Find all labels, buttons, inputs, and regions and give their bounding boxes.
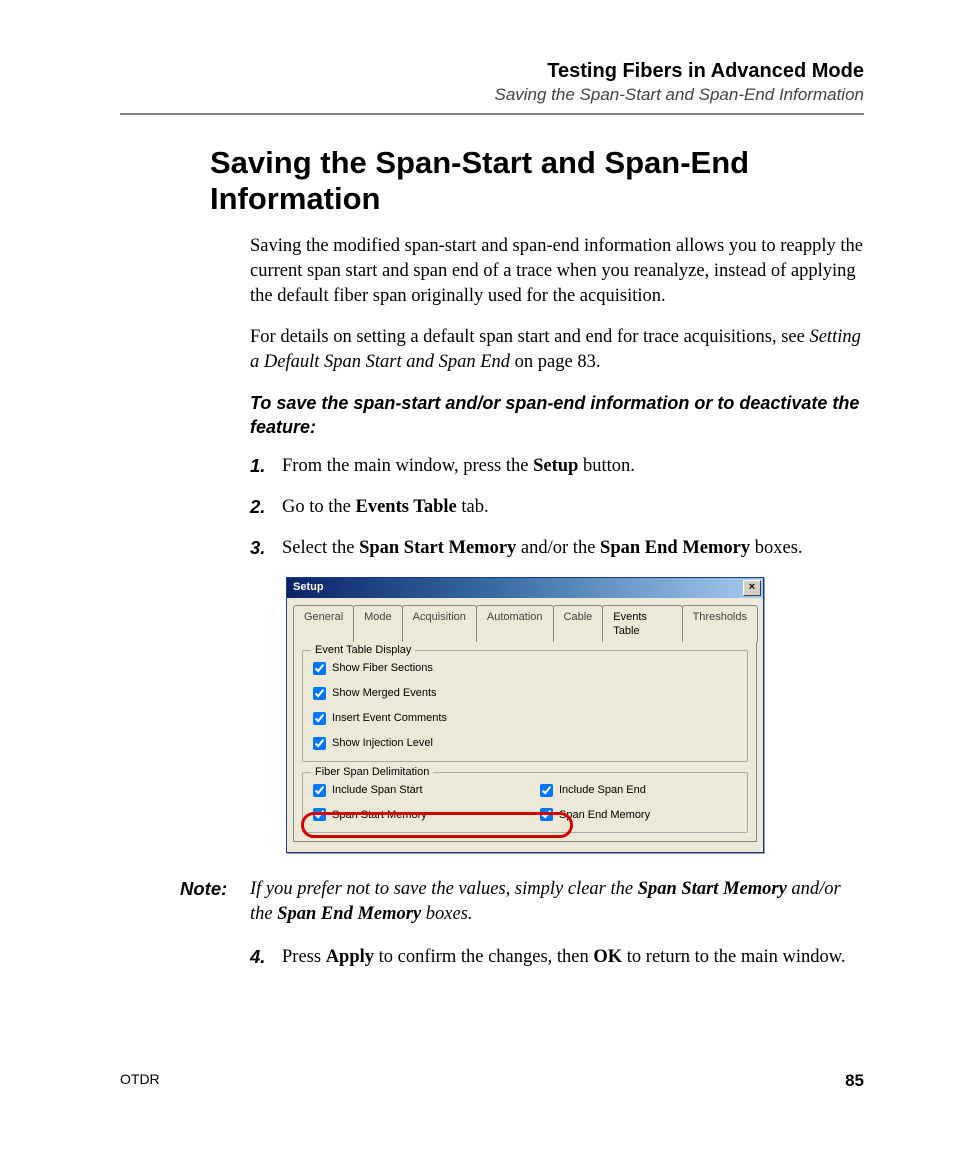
footer-product: OTDR	[120, 1071, 160, 1091]
checkbox-include-span-end[interactable]: Include Span End	[540, 783, 737, 798]
step-2: 2. Go to the Events Table tab.	[250, 495, 864, 520]
step-text: Go to the Events Table tab.	[282, 495, 864, 520]
checkbox-show-fiber-sections[interactable]: Show Fiber Sections	[313, 661, 737, 676]
step-number: 4.	[250, 945, 282, 970]
close-icon[interactable]: ×	[743, 580, 761, 596]
procedure-steps-cont: 4. Press Apply to confirm the changes, t…	[250, 945, 864, 970]
step-number: 1.	[250, 454, 282, 479]
dialog-tabs: General Mode Acquisition Automation Cabl…	[293, 604, 757, 642]
checkbox-input[interactable]	[540, 784, 553, 797]
header-rule	[120, 113, 864, 115]
tab-thresholds[interactable]: Thresholds	[682, 605, 758, 643]
step-text: Select the Span Start Memory and/or the …	[282, 536, 864, 561]
checkbox-span-end-memory[interactable]: Span End Memory	[540, 808, 737, 823]
checkbox-input[interactable]	[313, 737, 326, 750]
checkbox-include-span-start[interactable]: Include Span Start	[313, 783, 510, 798]
note-text: If you prefer not to save the values, si…	[250, 877, 864, 927]
intro-para-1: Saving the modified span-start and span-…	[250, 234, 864, 309]
step-4: 4. Press Apply to confirm the changes, t…	[250, 945, 864, 970]
checkbox-show-injection-level[interactable]: Show Injection Level	[313, 736, 737, 751]
step-number: 3.	[250, 536, 282, 561]
tab-events-table[interactable]: Events Table	[602, 605, 682, 643]
checkbox-span-start-memory[interactable]: Span Start Memory	[313, 808, 510, 823]
header-chapter: Testing Fibers in Advanced Mode	[120, 60, 864, 83]
tab-automation[interactable]: Automation	[476, 605, 554, 643]
group-title: Fiber Span Delimitation	[311, 765, 433, 780]
dialog-titlebar: Setup ×	[287, 578, 763, 598]
note-block: Note: If you prefer not to save the valu…	[180, 877, 864, 927]
checkbox-input[interactable]	[313, 687, 326, 700]
tab-mode[interactable]: Mode	[353, 605, 403, 643]
checkbox-show-merged-events[interactable]: Show Merged Events	[313, 686, 737, 701]
page-footer: OTDR 85	[120, 1071, 864, 1091]
step-text: From the main window, press the Setup bu…	[282, 454, 864, 479]
dialog-body: General Mode Acquisition Automation Cabl…	[287, 598, 763, 853]
setup-dialog: Setup × General Mode Acquisition Automat…	[286, 577, 764, 854]
checkbox-insert-event-comments[interactable]: Insert Event Comments	[313, 711, 737, 726]
setup-dialog-screenshot: Setup × General Mode Acquisition Automat…	[286, 577, 864, 854]
checkbox-input[interactable]	[313, 662, 326, 675]
step-text: Press Apply to confirm the changes, then…	[282, 945, 864, 970]
tab-cable[interactable]: Cable	[553, 605, 604, 643]
procedure-heading: To save the span-start and/or span-end i…	[250, 391, 864, 440]
note-label: Note:	[180, 877, 250, 927]
intro-para-2: For details on setting a default span st…	[250, 325, 864, 375]
footer-page-number: 85	[845, 1071, 864, 1091]
step-1: 1. From the main window, press the Setup…	[250, 454, 864, 479]
dialog-panel: Event Table Display Show Fiber Sections …	[293, 641, 757, 842]
step-3: 3. Select the Span Start Memory and/or t…	[250, 536, 864, 561]
group-title: Event Table Display	[311, 643, 415, 658]
group-event-table-display: Event Table Display Show Fiber Sections …	[302, 650, 748, 761]
step-number: 2.	[250, 495, 282, 520]
group-fiber-span-delimitation: Fiber Span Delimitation Include Span Sta…	[302, 772, 748, 834]
procedure-steps: 1. From the main window, press the Setup…	[250, 454, 864, 561]
checkbox-input[interactable]	[313, 784, 326, 797]
checkbox-input[interactable]	[313, 808, 326, 821]
page-header: Testing Fibers in Advanced Mode Saving t…	[120, 60, 864, 115]
body-content-cont: 4. Press Apply to confirm the changes, t…	[250, 945, 864, 970]
document-page: Testing Fibers in Advanced Mode Saving t…	[0, 0, 954, 1159]
tab-acquisition[interactable]: Acquisition	[402, 605, 477, 643]
tab-general[interactable]: General	[293, 605, 354, 643]
checkbox-input[interactable]	[540, 808, 553, 821]
dialog-title-text: Setup	[293, 580, 324, 595]
page-title: Saving the Span-Start and Span-End Infor…	[210, 145, 864, 216]
checkbox-input[interactable]	[313, 712, 326, 725]
body-content: Saving the modified span-start and span-…	[250, 234, 864, 853]
header-section: Saving the Span-Start and Span-End Infor…	[120, 85, 864, 105]
